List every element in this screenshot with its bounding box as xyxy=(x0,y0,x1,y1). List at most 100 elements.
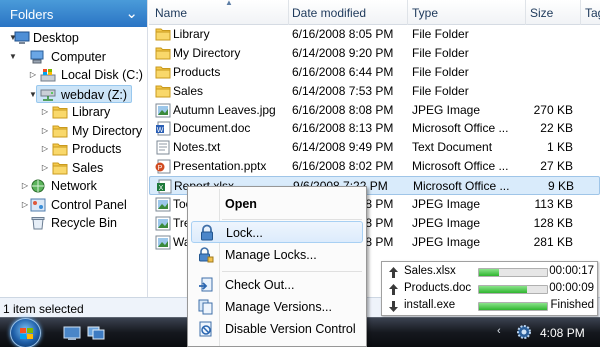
tree-item[interactable]: ▼ Computer xyxy=(0,48,147,67)
menu-item-check-out[interactable]: Check Out... xyxy=(191,274,363,296)
image-file-icon xyxy=(155,235,171,250)
file-row[interactable]: Library 6/16/2008 8:05 PM File Folder xyxy=(149,25,600,44)
file-row[interactable]: Products 6/16/2008 6:44 PM File Folder xyxy=(149,63,600,82)
file-row[interactable]: Notes.txt 6/14/2008 9:49 PM Text Document 1… xyxy=(149,138,600,157)
column-divider[interactable] xyxy=(288,0,289,25)
powerpoint-icon: P xyxy=(155,159,171,174)
menu-separator xyxy=(222,271,362,272)
column-type[interactable]: Type xyxy=(412,6,438,20)
menu-item-open[interactable]: Open xyxy=(191,193,363,215)
column-size[interactable]: Size xyxy=(530,6,553,20)
file-row[interactable]: P Presentation.pptx 6/16/2008 8:02 PM Micro… xyxy=(149,157,600,176)
text-file-icon xyxy=(155,140,171,155)
file-type: JPEG Image xyxy=(412,102,481,117)
transfer-row: install.exe Finished xyxy=(382,298,599,315)
folder-icon xyxy=(52,124,68,138)
tray-expand-icon[interactable]: ‹ xyxy=(497,325,501,337)
taskbar-clock[interactable]: 4:08 PM xyxy=(540,326,585,340)
file-type: JPEG Image xyxy=(412,215,481,230)
column-date-modified[interactable]: Date modified xyxy=(292,6,366,20)
tree-item[interactable]: ▷ Sales xyxy=(0,159,147,178)
start-button[interactable] xyxy=(10,318,41,347)
progress-bar xyxy=(478,302,548,311)
transfer-row: Sales.xlsx 00:00:17 xyxy=(382,264,599,281)
tree-item[interactable]: ▷ Library xyxy=(0,103,147,122)
webdav-tray-icon[interactable] xyxy=(515,323,533,341)
menu-item-disable-version-control[interactable]: Disable Version Control xyxy=(191,318,363,340)
transfer-progress-popup: Sales.xlsx 00:00:17 Products.doc 00:00:09 in… xyxy=(381,261,598,316)
menu-item-manage-versions[interactable]: Manage Versions... xyxy=(191,296,363,318)
menu-item-label: Check Out... xyxy=(225,278,295,292)
expanded-arrow-icon[interactable]: ▼ xyxy=(28,86,38,104)
menu-item-manage-locks[interactable]: Manage Locks... xyxy=(191,244,363,266)
disable-version-control-icon xyxy=(197,320,215,338)
column-header-bar: ▲ Name Date modified Type Size Tag xyxy=(149,0,600,25)
file-name: Library xyxy=(173,27,210,41)
folder-icon xyxy=(52,161,68,175)
folder-icon xyxy=(155,84,171,99)
file-date: 6/16/2008 6:44 PM xyxy=(292,64,394,79)
menu-item-label: Manage Versions... xyxy=(225,300,333,314)
file-row[interactable]: W Document.doc 6/16/2008 8:13 PM Microsoft … xyxy=(149,119,600,138)
file-size: 9 KB xyxy=(547,179,574,194)
folders-title: Folders xyxy=(10,7,54,22)
file-date: 6/14/2008 9:20 PM xyxy=(292,45,394,60)
collapsed-arrow-icon[interactable]: ▷ xyxy=(40,140,50,158)
column-tags[interactable]: Tag xyxy=(585,6,600,20)
tree-item[interactable]: ▷ Control Panel xyxy=(0,196,147,215)
collapsed-arrow-icon[interactable]: ▷ xyxy=(40,159,50,177)
collapsed-arrow-icon[interactable]: ▷ xyxy=(20,177,30,195)
show-desktop-icon[interactable] xyxy=(62,324,82,342)
file-type: Microsoft Office ... xyxy=(412,159,509,174)
versions-icon xyxy=(197,298,215,316)
check-out-icon xyxy=(197,276,215,294)
tree-item-label: Local Disk (C:) xyxy=(61,68,143,82)
column-divider[interactable] xyxy=(407,0,408,25)
collapsed-arrow-icon[interactable]: ▷ xyxy=(20,196,30,214)
collapsed-arrow-icon[interactable]: ▷ xyxy=(40,122,50,140)
menu-item-label: Lock... xyxy=(226,226,263,240)
tree-item[interactable]: ▼ Desktop xyxy=(0,29,147,48)
folder-icon xyxy=(155,65,171,80)
menu-item-lock[interactable]: Lock... xyxy=(191,221,363,243)
expanded-arrow-icon[interactable]: ▼ xyxy=(8,48,18,66)
folder-icon xyxy=(155,46,171,61)
tree-item[interactable]: ▷ My Directory xyxy=(0,122,147,141)
file-name: Sales xyxy=(173,83,204,98)
file-row[interactable]: Sales 6/14/2008 7:53 PM File Folder xyxy=(149,82,600,101)
file-name: My Directory xyxy=(173,45,241,60)
file-row[interactable]: Autumn Leaves.jpg 6/16/2008 8:08 PM JPEG I… xyxy=(149,101,600,120)
tree-item[interactable]: ▷ Local Disk (C:) xyxy=(0,66,147,85)
file-type: Microsoft Office ... xyxy=(412,121,509,136)
file-row[interactable]: My Directory 6/14/2008 9:20 PM File Folder xyxy=(149,44,600,63)
switch-windows-icon[interactable] xyxy=(86,324,106,342)
sort-ascending-icon: ▲ xyxy=(225,0,233,7)
progress-fill xyxy=(479,286,527,293)
transfer-status: Finished xyxy=(550,299,594,311)
collapsed-arrow-icon[interactable]: ▷ xyxy=(40,103,50,121)
tree-item[interactable]: ▷ Network xyxy=(0,177,147,196)
file-date: 6/16/2008 8:13 PM xyxy=(292,121,394,136)
tree-item-label: Network xyxy=(51,179,97,193)
transfer-file-name: Sales.xlsx xyxy=(404,265,456,277)
tree-item-label: Control Panel xyxy=(51,197,127,212)
file-size: 270 KB xyxy=(533,102,573,117)
column-divider[interactable] xyxy=(525,0,526,25)
folders-header[interactable]: Folders ⌄ xyxy=(0,0,147,27)
upload-arrow-icon xyxy=(387,266,400,279)
chevron-down-icon[interactable]: ⌄ xyxy=(125,4,138,22)
file-date: 6/16/2008 8:02 PM xyxy=(292,159,394,174)
tree-item[interactable]: ▼ webdav (Z:) xyxy=(29,84,132,103)
upload-arrow-icon xyxy=(387,283,400,296)
context-menu: Open Lock... Manage Locks... Check Out..… xyxy=(187,186,367,347)
menu-item-label: Open xyxy=(225,197,257,211)
tree-item[interactable]: Recycle Bin xyxy=(0,214,147,233)
transfer-status: 00:00:09 xyxy=(549,282,594,294)
column-name[interactable]: Name xyxy=(155,6,187,20)
progress-fill xyxy=(479,269,500,276)
tree-item[interactable]: ▷ Products xyxy=(0,140,147,159)
column-divider[interactable] xyxy=(580,0,581,25)
status-text: 1 item selected xyxy=(3,302,84,316)
collapsed-arrow-icon[interactable]: ▷ xyxy=(28,66,38,84)
file-size: 22 KB xyxy=(540,121,573,136)
